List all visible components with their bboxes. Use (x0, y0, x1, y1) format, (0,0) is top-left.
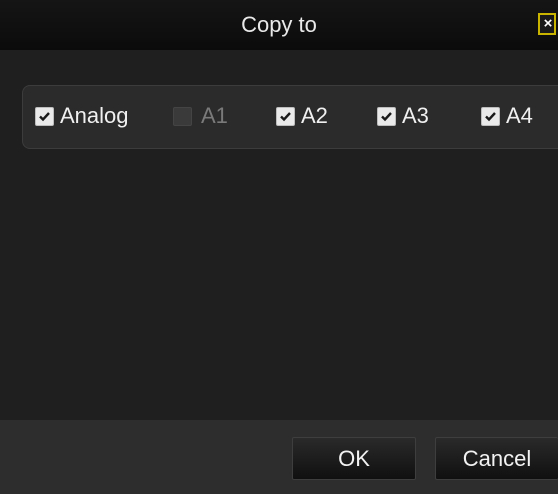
checkbox-a1-box (173, 107, 192, 126)
checkbox-analog[interactable]: Analog (35, 100, 153, 132)
close-icon: × (543, 15, 553, 32)
checkbox-a1: A1 (173, 100, 238, 132)
dialog-titlebar: Copy to × (0, 0, 558, 50)
check-icon (280, 112, 291, 122)
checkbox-a4[interactable]: A4 (481, 100, 543, 132)
check-icon (485, 112, 496, 122)
ok-button[interactable]: OK (292, 437, 416, 480)
checkbox-a1-label: A1 (201, 103, 228, 128)
checkbox-a4-box[interactable] (481, 107, 500, 126)
checkbox-a2[interactable]: A2 (276, 100, 338, 132)
check-icon (381, 112, 392, 122)
close-button[interactable]: × (538, 13, 556, 35)
cancel-button[interactable]: Cancel (435, 437, 558, 480)
dialog-title: Copy to (241, 12, 317, 37)
checkbox-a2-box[interactable] (276, 107, 295, 126)
checkbox-analog-box[interactable] (35, 107, 54, 126)
copy-to-dialog: Copy to × Analog A1 A2 A3 A4 OK Cancel (0, 0, 558, 494)
checkbox-a4-label: A4 (506, 103, 533, 128)
checkbox-a2-label: A2 (301, 103, 328, 128)
checkbox-a3-box[interactable] (377, 107, 396, 126)
checkbox-a3-label: A3 (402, 103, 429, 128)
check-icon (39, 112, 50, 122)
checkbox-a3[interactable]: A3 (377, 100, 439, 132)
checkbox-analog-label: Analog (60, 103, 129, 128)
